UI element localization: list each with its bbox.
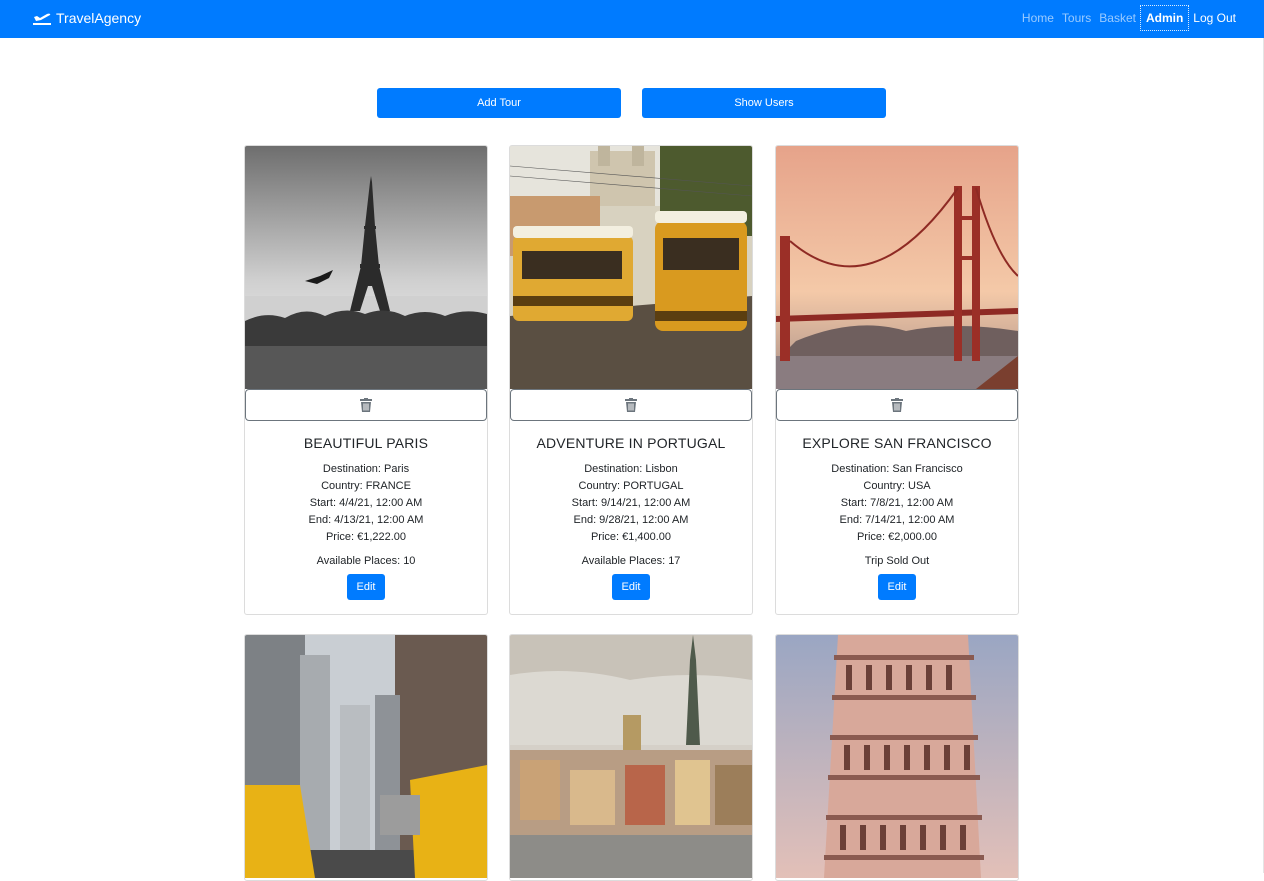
card-body: EXPLORE SAN FRANCISCO Destination: San F… [776, 421, 1018, 614]
tour-end: End: 7/14/21, 12:00 AM [839, 514, 955, 526]
delete-tour-button[interactable] [510, 389, 752, 421]
tour-country: Country: FRANCE [321, 480, 411, 492]
tour-end: End: 9/28/21, 12:00 AM [573, 514, 689, 526]
tour-start: Start: 9/14/21, 12:00 AM [571, 497, 691, 509]
brand-name: TravelAgency [56, 10, 142, 26]
tour-start: Start: 7/8/21, 12:00 AM [840, 497, 954, 509]
trash-icon [360, 398, 372, 412]
tour-image-pisa [776, 635, 1018, 878]
tour-card: EXPLORE SAN FRANCISCO Destination: San F… [775, 145, 1019, 615]
navbar: TravelAgency Home Tours Basket Admin Log… [0, 0, 1264, 38]
tour-image-stockholm [510, 635, 752, 878]
card-body: ADVENTURE IN PORTUGAL Destination: Lisbo… [510, 421, 752, 614]
delete-tour-button[interactable] [245, 389, 487, 421]
tour-destination: Destination: Paris [322, 463, 410, 475]
add-tour-button[interactable]: Add Tour [377, 88, 621, 118]
tour-image-new-york [245, 635, 487, 878]
tour-card: BEAUTIFUL PARIS Destination: Paris Count… [244, 145, 488, 615]
trash-icon [625, 398, 637, 412]
tour-price: Price: €2,000.00 [856, 531, 938, 543]
tour-image-lisbon [510, 146, 752, 389]
tour-title: EXPLORE SAN FRANCISCO [802, 435, 992, 451]
trash-icon [891, 398, 903, 412]
airplane-icon [33, 13, 51, 25]
tour-card [244, 634, 488, 881]
delete-tour-button[interactable] [776, 389, 1018, 421]
tour-card [775, 634, 1019, 881]
show-users-button[interactable]: Show Users [642, 88, 886, 118]
tour-end: End: 4/13/21, 12:00 AM [308, 514, 424, 526]
nav-tours[interactable]: Tours [1058, 5, 1095, 31]
tour-price: Price: €1,400.00 [590, 531, 672, 543]
edit-tour-button[interactable]: Edit [347, 574, 385, 600]
nav-logout[interactable]: Log Out [1189, 5, 1240, 31]
tour-destination: Destination: Lisbon [584, 463, 678, 475]
tour-destination: Destination: San Francisco [831, 463, 963, 475]
tour-country: Country: USA [863, 480, 931, 492]
edit-tour-button[interactable]: Edit [612, 574, 650, 600]
nav-home[interactable]: Home [1018, 5, 1058, 31]
nav-basket[interactable]: Basket [1095, 5, 1140, 31]
tour-availability: Trip Sold Out [864, 555, 930, 567]
tour-availability: Available Places: 10 [316, 555, 416, 567]
tour-country: Country: PORTUGAL [578, 480, 684, 492]
nav-admin[interactable]: Admin [1139, 5, 1190, 31]
card-body: BEAUTIFUL PARIS Destination: Paris Count… [245, 421, 487, 614]
tour-title: BEAUTIFUL PARIS [303, 435, 429, 451]
tour-title: ADVENTURE IN PORTUGAL [536, 435, 726, 451]
tour-card: ADVENTURE IN PORTUGAL Destination: Lisbo… [509, 145, 753, 615]
tour-start: Start: 4/4/21, 12:00 AM [309, 497, 423, 509]
tour-image-paris [245, 146, 487, 389]
tour-image-san-francisco [776, 146, 1018, 389]
edit-tour-button[interactable]: Edit [878, 574, 916, 600]
brand[interactable]: TravelAgency [32, 10, 141, 26]
nav-links: Home Tours Basket Admin Log Out [1018, 5, 1240, 31]
tour-price: Price: €1,222.00 [325, 531, 407, 543]
tour-card [509, 634, 753, 881]
tour-availability: Available Places: 17 [581, 555, 681, 567]
